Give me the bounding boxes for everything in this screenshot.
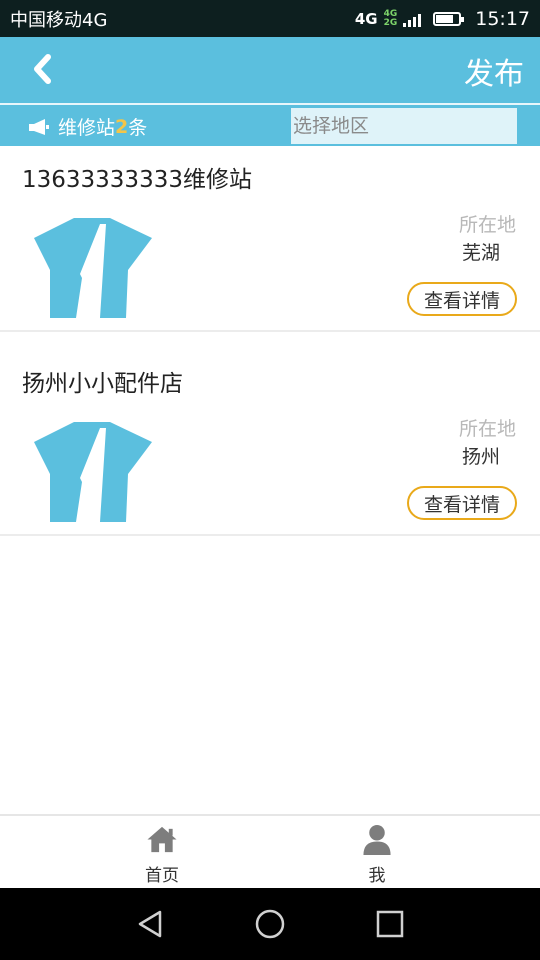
listing-title: 扬州小小配件店	[22, 371, 183, 397]
status-bar: 中国移动4G 4G 4G 2G 15:17	[0, 0, 540, 37]
listing-card: 扬州小小配件店 所在地 扬州 查看详情	[0, 350, 540, 536]
count-suffix: 条	[128, 117, 148, 139]
filter-bar: 维修站 2 条	[0, 105, 540, 146]
location-label: 所在地	[458, 418, 516, 440]
recents-square-icon[interactable]	[374, 908, 406, 940]
secondary-network-indicator: 4G 2G	[383, 8, 398, 28]
clock: 15:17	[475, 7, 530, 30]
shop-logo-icon	[34, 218, 152, 318]
network-type: 4G	[354, 9, 378, 28]
tab-home-label: 首页	[145, 866, 179, 886]
listing-title: 13633333333维修站	[22, 167, 252, 193]
tab-me-label: 我	[368, 866, 386, 886]
location-value: 芜湖	[461, 242, 500, 264]
count-prefix: 维修站	[58, 117, 116, 139]
signal-icon	[403, 11, 422, 27]
location-value: 扬州	[461, 446, 500, 468]
publish-button[interactable]: 发布	[464, 49, 524, 93]
location-label: 所在地	[458, 214, 516, 236]
user-icon	[363, 824, 391, 855]
back-triangle-icon[interactable]	[134, 908, 166, 940]
system-nav-bar	[0, 888, 540, 960]
home-circle-icon[interactable]	[254, 908, 286, 940]
bottom-tab-bar: 首页 我	[0, 814, 540, 888]
region-select-input[interactable]	[291, 108, 517, 144]
app-header: 发布	[0, 37, 540, 103]
tab-me[interactable]: 我	[327, 824, 427, 886]
listing-card: 13633333333维修站 所在地 芜湖 查看详情	[0, 146, 540, 332]
station-count: 维修站 2 条	[28, 113, 147, 140]
carrier-label: 中国移动4G	[10, 9, 108, 31]
shop-logo-icon	[34, 422, 152, 522]
home-icon	[147, 826, 177, 853]
view-details-button[interactable]: 查看详情	[407, 282, 517, 316]
battery-icon	[433, 11, 465, 26]
back-icon[interactable]	[28, 53, 60, 85]
view-details-button[interactable]: 查看详情	[407, 486, 517, 520]
count-number: 2	[115, 115, 129, 138]
tab-home[interactable]: 首页	[112, 824, 212, 886]
megaphone-icon	[29, 118, 49, 135]
